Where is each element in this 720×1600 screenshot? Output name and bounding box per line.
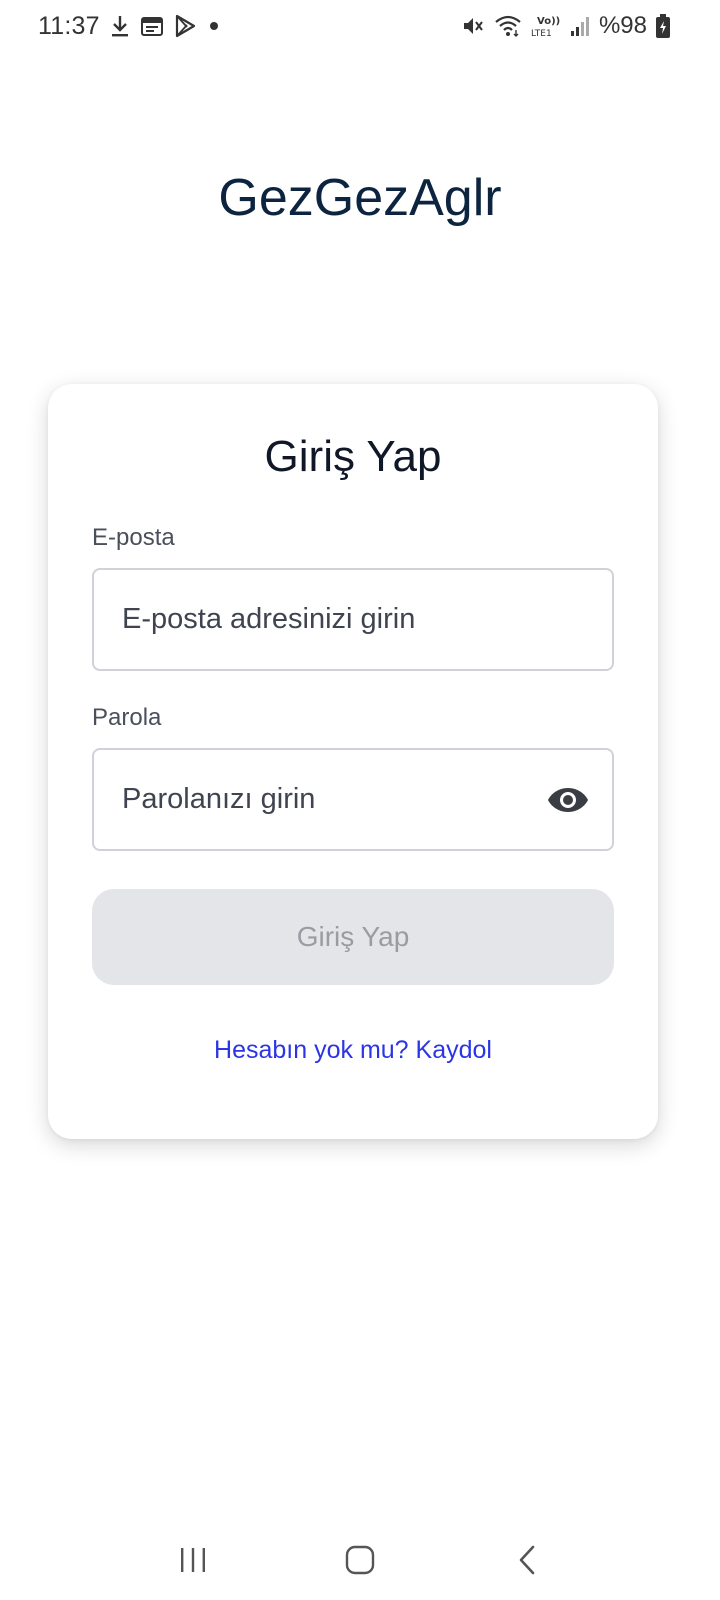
email-label: E-posta — [92, 524, 175, 551]
battery-percent: %98 — [598, 12, 647, 39]
back-icon[interactable] — [497, 1530, 557, 1590]
recent-apps-icon[interactable] — [163, 1530, 223, 1590]
signal-icon — [570, 15, 590, 37]
wifi-icon — [494, 14, 522, 38]
status-right: Vo)) LTE1 %98 — [461, 12, 670, 40]
status-left: 11:37 — [38, 12, 222, 41]
show-password-eye-icon[interactable] — [546, 778, 590, 822]
download-icon — [109, 14, 131, 38]
login-button[interactable]: Giriş Yap — [92, 889, 614, 985]
password-field[interactable]: Parolanızı girin — [92, 748, 614, 851]
battery-icon — [656, 14, 670, 38]
status-time: 11:37 — [38, 11, 100, 40]
home-icon[interactable] — [330, 1530, 390, 1590]
notification-dot-icon — [206, 18, 222, 34]
volte-icon: Vo)) LTE1 — [531, 13, 561, 39]
svg-text:Vo)): Vo)) — [537, 16, 560, 27]
mute-icon — [461, 14, 485, 38]
play-store-icon — [173, 14, 197, 38]
login-screen: 11:37 Vo)) LTE1 %98 GezGezAglr Giriş Yap… — [0, 0, 720, 1600]
login-card-title: Giriş Yap — [264, 432, 442, 481]
email-field[interactable]: E-posta adresinizi girin — [92, 568, 614, 671]
email-placeholder: E-posta adresinizi girin — [122, 603, 416, 635]
app-title: GezGezAglr — [218, 169, 502, 227]
login-card: Giriş Yap E-posta E-posta adresinizi gir… — [48, 384, 658, 1139]
password-label: Parola — [92, 704, 162, 731]
password-placeholder: Parolanızı girin — [122, 783, 316, 815]
svg-text:LTE1: LTE1 — [531, 29, 552, 39]
calendar-icon — [140, 15, 164, 37]
navigation-bar — [0, 1520, 720, 1600]
status-bar: 11:37 Vo)) LTE1 %98 — [0, 0, 720, 52]
signup-link[interactable]: Hesabın yok mu? Kaydol — [48, 1036, 658, 1065]
